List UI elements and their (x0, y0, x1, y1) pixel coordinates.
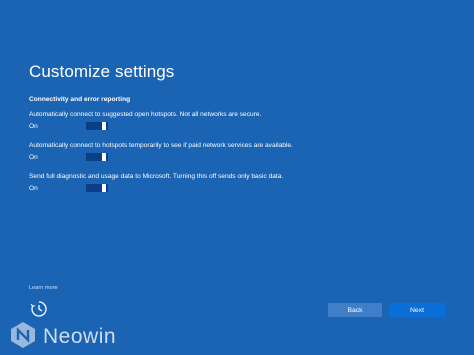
watermark: Neowin (9, 321, 117, 354)
setting-state-label: On (29, 185, 38, 192)
setting-description: Automatically connect to suggested open … (29, 111, 262, 118)
setting-description: Send full diagnostic and usage data to M… (29, 173, 284, 180)
toggle-switch[interactable] (86, 184, 108, 192)
setting-description: Automatically connect to hotspots tempor… (29, 142, 293, 149)
next-button[interactable]: Next (389, 303, 445, 317)
back-button[interactable]: Back (328, 303, 382, 317)
toggle-knob (102, 153, 106, 161)
ease-of-access-icon[interactable] (30, 300, 48, 318)
learn-more-link[interactable]: Learn more (29, 285, 58, 291)
toggle-knob (102, 184, 106, 192)
neowin-logo-icon (9, 321, 37, 354)
toggle-switch[interactable] (86, 122, 108, 130)
setting-hotspots-open: Automatically connect to suggested open … (29, 111, 449, 130)
section-heading: Connectivity and error reporting (29, 96, 131, 103)
setting-state-label: On (29, 154, 38, 161)
setting-state-label: On (29, 123, 38, 130)
page-title: Customize settings (29, 62, 175, 81)
watermark-text: Neowin (43, 325, 117, 348)
toggle-switch[interactable] (86, 153, 108, 161)
setting-diagnostics: Send full diagnostic and usage data to M… (29, 173, 449, 192)
toggle-knob (102, 122, 106, 130)
setting-hotspots-paid: Automatically connect to hotspots tempor… (29, 142, 449, 161)
